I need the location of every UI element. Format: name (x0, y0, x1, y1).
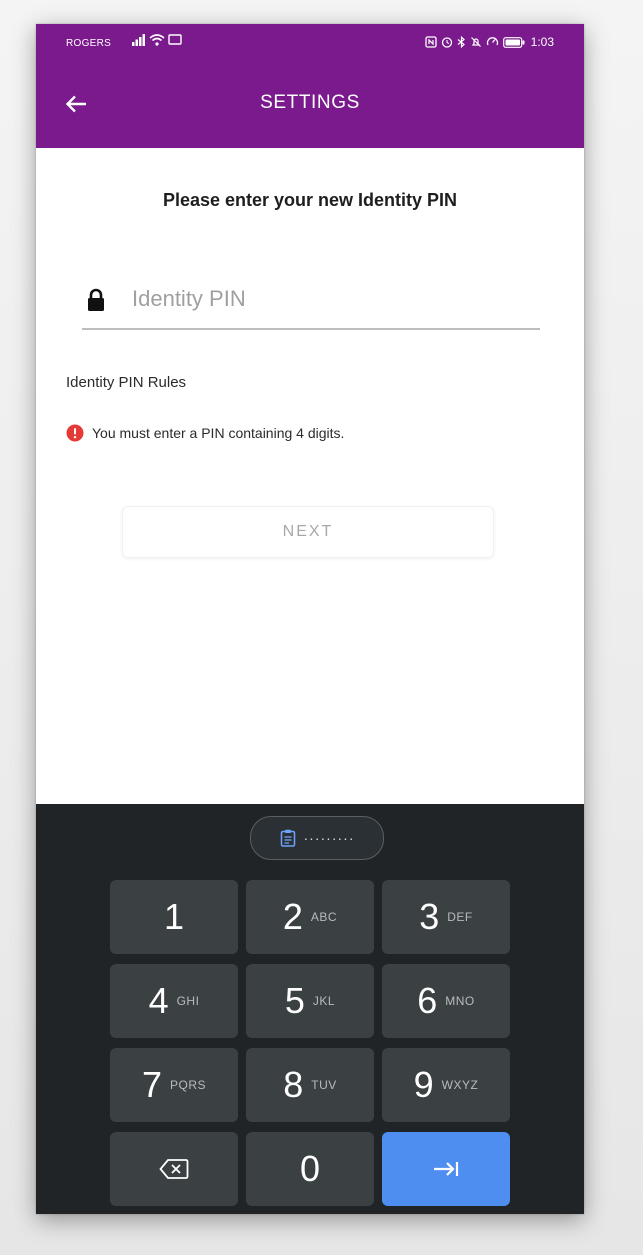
alarm-icon (441, 37, 452, 48)
key-9[interactable]: 9 WXYZ (382, 1048, 510, 1122)
key-0[interactable]: 0 (246, 1132, 374, 1206)
data-saver-icon (486, 37, 498, 46)
key-6[interactable]: 6 MNO (382, 964, 510, 1038)
key-3[interactable]: 3 DEF (382, 880, 510, 954)
form-heading: Please enter your new Identity PIN (162, 190, 458, 210)
page-background: ROGERS 1:03 SETTINGS Please enter your n… (0, 0, 643, 1255)
error-icon (66, 424, 84, 442)
pin-rule-error: You must enter a PIN containing 4 digits… (66, 424, 344, 442)
next-field-key[interactable] (382, 1132, 510, 1206)
pin-rules-title: Identity PIN Rules (66, 374, 187, 391)
bluetooth-icon (457, 36, 465, 48)
identity-pin-input[interactable] (132, 278, 532, 320)
clipboard-icon (280, 829, 295, 847)
backspace-key[interactable] (110, 1132, 238, 1206)
tab-next-icon (434, 1162, 459, 1176)
key-4[interactable]: 4 GHI (110, 964, 238, 1038)
next-button[interactable]: NEXT (122, 506, 494, 558)
page-title: SETTINGS (260, 92, 360, 113)
signal-icon (132, 34, 145, 46)
nfc-icon (424, 36, 437, 48)
status-bar: ROGERS 1:03 (36, 24, 584, 64)
clipboard-suggestion[interactable]: ········· (250, 816, 384, 860)
status-time: 1:03 (530, 35, 554, 49)
backspace-icon (159, 1159, 189, 1179)
lock-icon (88, 288, 104, 311)
wifi-icon (149, 34, 165, 46)
app-bar: ROGERS 1:03 SETTINGS (36, 24, 584, 148)
key-1[interactable]: 1 (110, 880, 238, 954)
mute-icon (470, 37, 481, 47)
pin-form: Please enter your new Identity PIN Ident… (36, 148, 584, 804)
key-7[interactable]: 7 PQRS (110, 1048, 238, 1122)
screen-cast-icon (168, 34, 182, 45)
key-8[interactable]: 8 TUV (246, 1048, 374, 1122)
phone-screen: ROGERS 1:03 SETTINGS Please enter your n… (36, 24, 584, 1214)
carrier-label: ROGERS (66, 38, 112, 49)
numeric-keyboard: ········· 1 2 ABC 3 DEF 4 GHI 5 JKL 6 MN… (36, 804, 584, 1214)
key-2[interactable]: 2 ABC (246, 880, 374, 954)
clipboard-preview: ········· (303, 830, 355, 846)
pin-rule-text: You must enter a PIN containing 4 digits… (92, 425, 345, 441)
battery-icon (502, 36, 525, 48)
key-5[interactable]: 5 JKL (246, 964, 374, 1038)
identity-pin-field (82, 270, 540, 330)
